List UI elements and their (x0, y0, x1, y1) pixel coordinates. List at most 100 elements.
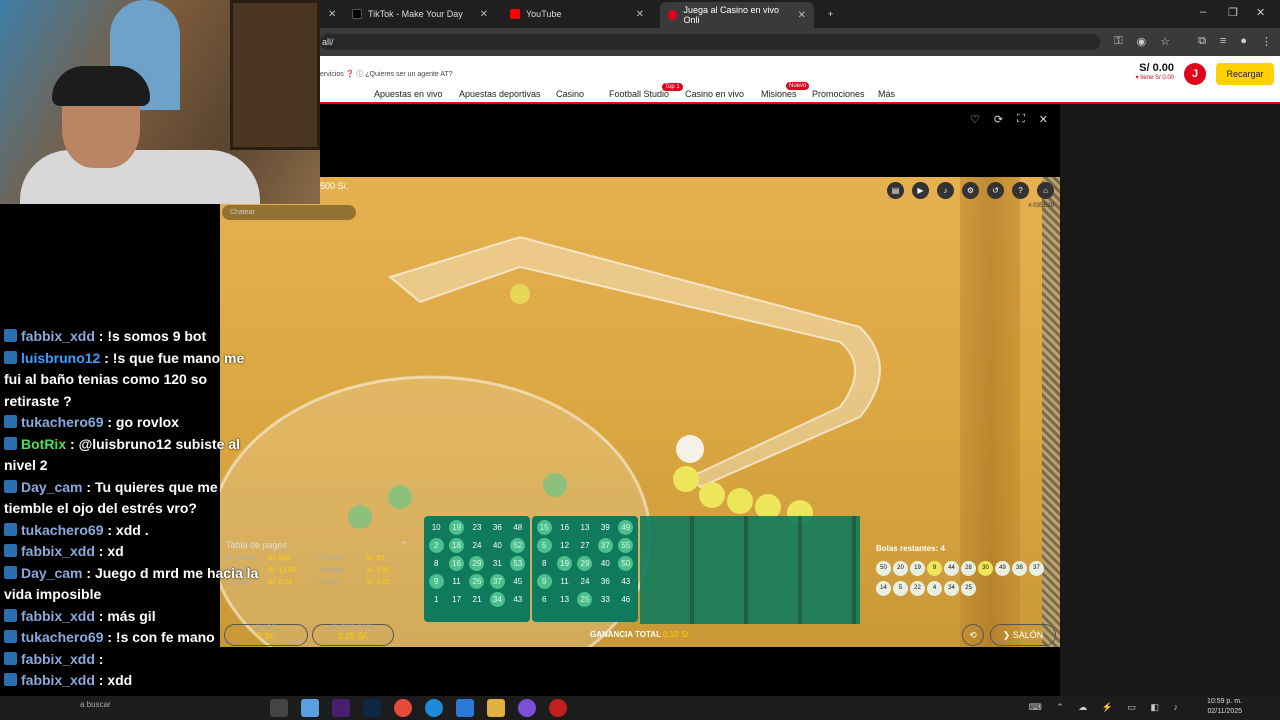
youtube-icon (510, 9, 520, 19)
chat-username[interactable]: BotRix (21, 436, 66, 452)
tab-tiktok[interactable]: TikTok - Make Your Day ✕ (344, 4, 496, 24)
chat-icon[interactable]: ▤ (887, 182, 904, 199)
eye-off-icon[interactable]: ◉ (1137, 35, 1147, 48)
history-icon[interactable]: ↺ (987, 182, 1004, 199)
chat-username[interactable]: Day_cam (21, 565, 83, 581)
chat-text: : xdd (94, 672, 133, 688)
apuesta-total-display: APUESTA TOTAL 3,25 S/. (312, 624, 394, 646)
settings-gear-icon[interactable]: ⚙ (962, 182, 979, 199)
bingo-card-2[interactable]: 15 16 13 39 49 5 12 27 37 55 8 19 29 40 50 9 11 24 36 43 6 13… (532, 516, 638, 622)
nav-promociones[interactable]: Promociones (812, 89, 865, 99)
nav-apuestas-en-vivo[interactable]: Apuestas en vivo (374, 89, 443, 99)
chat-username[interactable]: luisbruno12 (21, 350, 100, 366)
chat-username[interactable]: tukachero69 (21, 522, 103, 538)
bingo-card-1[interactable]: 10 19 23 36 48 2 18 24 40 52 8 16 29 31 53 9 11 26 37 45 1 17… (424, 516, 530, 622)
file-explorer-icon[interactable] (487, 699, 505, 717)
card-cell: 25 (575, 590, 595, 608)
profile-avatar-icon[interactable]: ● (1240, 35, 1247, 48)
mini-cards-strip[interactable] (640, 516, 860, 624)
taskbar-clock[interactable]: 10:59 p. m. 02/11/2025 (1207, 697, 1242, 717)
chrome-icon[interactable] (394, 699, 412, 717)
edge-icon[interactable] (425, 699, 443, 717)
chevron-up-icon[interactable]: ⌃ (400, 540, 408, 551)
minimize-icon[interactable]: – (1200, 6, 1206, 18)
tab-casino[interactable]: Juega al Casino en vivo Onli ✕ (660, 2, 814, 28)
nav-casino[interactable]: Casino (556, 89, 584, 99)
chat-username[interactable]: Day_cam (21, 479, 83, 495)
media-icon[interactable]: ≡ (1220, 35, 1226, 48)
nav-casino-en-vivo[interactable]: Casino en vivo (685, 89, 744, 99)
nav-football-studio[interactable]: Football Studio (609, 89, 669, 99)
card-cell: 21 (472, 594, 482, 604)
chat-username[interactable]: fabbix_xdd (21, 651, 95, 667)
tab-youtube[interactable]: YouTube ✕ (502, 4, 652, 24)
marked-number: 52 (510, 537, 526, 553)
mail-icon[interactable] (456, 699, 474, 717)
window-frame (230, 0, 320, 150)
card-cell: 39 (600, 522, 610, 532)
favorite-heart-icon[interactable]: ♡ (970, 113, 980, 126)
badge-icon (4, 651, 17, 665)
password-key-icon[interactable]: ⚿ (1114, 35, 1122, 48)
user-avatar[interactable]: J (1184, 63, 1206, 85)
address-bar-area: all/ ⚿ ◉ ☆ ⧉ ≡ ● ⋮ (320, 28, 1280, 56)
lobby-icon[interactable]: ⌂ (1037, 182, 1054, 199)
maximize-icon[interactable]: ❐ (1228, 6, 1238, 19)
chat-username[interactable]: fabbix_xdd (21, 608, 95, 624)
windows-taskbar: a buscar ⌨ ⌃ ☁ ⚡ ▭ ◧ ♪ 10:59 p. m. 02/11… (0, 696, 1280, 720)
nav-apuestas-deportivas[interactable]: Apuestas deportivas (459, 89, 541, 99)
new-tab-button[interactable]: + (820, 4, 841, 24)
fullscreen-icon[interactable]: ⛶ (1017, 113, 1025, 126)
marked-number: 2 (428, 537, 444, 553)
bookmark-star-icon[interactable]: ☆ (1160, 35, 1170, 48)
volume-icon[interactable]: ♪ (937, 182, 954, 199)
extensions-icon[interactable]: ⧉ (1198, 35, 1206, 48)
tab-previous-close[interactable]: ✕ (320, 4, 344, 24)
top-links[interactable]: ervicios ❓ ⓘ ¿Quieres ser un agente AT? (320, 69, 453, 79)
nav-misiones[interactable]: Misiones (761, 89, 797, 99)
chat-username[interactable]: fabbix_xdd (21, 672, 95, 688)
recargar-button[interactable]: Recargar (1216, 63, 1274, 85)
salon-button[interactable]: ❯ SALÓN (990, 624, 1056, 646)
marked-number: 16 (449, 555, 465, 571)
card-cell: 24 (472, 540, 482, 550)
chat-username[interactable]: tukachero69 (21, 629, 103, 645)
system-tray-icons[interactable]: ⌨ ⌃ ☁ ⚡ ▭ ◧ ♪ (1029, 702, 1184, 713)
ball: 20 (893, 561, 908, 576)
ball: 14 (876, 581, 891, 596)
replay-icon[interactable]: ⟲ (962, 624, 984, 646)
close-tab-icon[interactable]: ✕ (798, 10, 806, 21)
casino-site-icon (668, 10, 678, 20)
close-tab-icon[interactable]: ✕ (636, 9, 644, 20)
chat-username[interactable]: tukachero69 (21, 414, 103, 430)
chat-username[interactable]: fabbix_xdd (21, 543, 95, 559)
menu-dots-icon[interactable]: ⋮ (1261, 35, 1272, 48)
close-window-icon[interactable]: ✕ (1256, 6, 1265, 19)
card-cell: 6 (541, 594, 547, 604)
help-icon[interactable]: ? (1012, 182, 1029, 199)
remaining-balls-label: Bolas restantes: 4 (876, 544, 945, 553)
premiere-icon[interactable] (332, 699, 350, 717)
discord-icon[interactable] (518, 699, 536, 717)
nav-mas[interactable]: Más (878, 89, 895, 99)
close-game-icon[interactable]: ✕ (1039, 113, 1048, 126)
card-cell: 33 (600, 594, 610, 604)
balance-display[interactable]: S/ 0.00 ▾ tiene S/ 0.00 (1136, 62, 1174, 81)
chat-text: : más gil (94, 607, 156, 624)
taskbar-search[interactable]: a buscar (80, 700, 111, 709)
chat-input[interactable]: Chatear (222, 205, 356, 220)
url-field[interactable]: all/ (320, 34, 1100, 50)
streamer-webcam (0, 0, 320, 204)
store-icon[interactable] (301, 699, 319, 717)
refresh-icon[interactable]: ⟳ (994, 113, 1003, 126)
card-cell: 13 (580, 522, 590, 532)
close-tab-icon[interactable]: ✕ (480, 9, 488, 20)
badge-icon (4, 544, 17, 557)
chat-message: BotRix : @luisbruno12 subiste al nivel 2 (0, 434, 262, 477)
card-cell: 17 (452, 594, 462, 604)
task-view-icon[interactable] (270, 699, 288, 717)
camera-icon[interactable]: ▶ (912, 182, 929, 199)
chat-username[interactable]: fabbix_xdd (21, 328, 95, 344)
obs-icon[interactable] (549, 699, 567, 717)
photoshop-icon[interactable] (363, 699, 381, 717)
